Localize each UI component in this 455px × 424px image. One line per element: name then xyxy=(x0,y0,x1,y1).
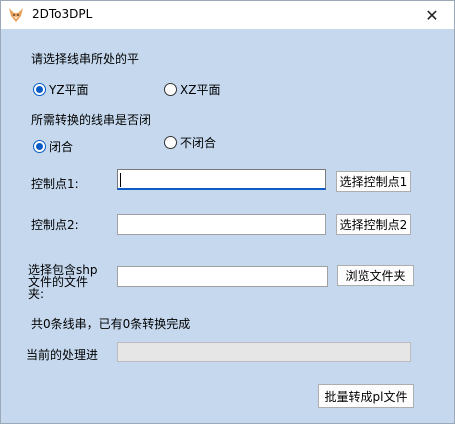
plane-prompt: 请选择线串所处的平 xyxy=(31,52,140,66)
close-button[interactable]: ✕ xyxy=(418,4,446,26)
progress-bar xyxy=(117,342,411,362)
radio-yz-plane[interactable]: YZ平面 xyxy=(33,81,89,98)
control-point-1-label: 控制点1: xyxy=(31,177,79,191)
progress-label: 当前的处理进 xyxy=(26,348,99,362)
radio-label: XZ平面 xyxy=(180,83,221,97)
closed-prompt: 所需转换的线串是否闭 xyxy=(31,113,152,127)
folder-path-input[interactable] xyxy=(117,266,328,287)
browse-folder-button[interactable]: 浏览文件夹 xyxy=(337,265,414,286)
radio-label: 闭合 xyxy=(49,140,74,154)
radio-indicator xyxy=(164,136,177,149)
control-point-1-input[interactable] xyxy=(117,169,326,190)
radio-xz-plane[interactable]: XZ平面 xyxy=(164,81,220,98)
control-point-2-input[interactable] xyxy=(117,214,326,235)
title-bar: 2DTo3DPL ✕ xyxy=(1,1,454,29)
text-caret xyxy=(120,173,121,187)
status-text: 共0条线串，已有0条转换完成 xyxy=(31,317,191,331)
radio-closed[interactable]: 闭合 xyxy=(33,138,73,155)
select-control-point-1-button[interactable]: 选择控制点1 xyxy=(336,171,411,192)
control-point-2-label: 控制点2: xyxy=(31,218,79,232)
batch-convert-button[interactable]: 批量转成pl文件 xyxy=(318,384,414,408)
select-control-point-2-button[interactable]: 选择控制点2 xyxy=(336,214,411,235)
radio-indicator xyxy=(33,83,46,96)
close-icon: ✕ xyxy=(425,5,439,25)
window-title: 2DTo3DPL xyxy=(32,7,93,21)
radio-indicator xyxy=(33,140,46,153)
radio-label: YZ平面 xyxy=(49,83,89,97)
radio-not-closed[interactable]: 不闭合 xyxy=(164,134,216,151)
main-window: 2DTo3DPL ✕ 请选择线串所处的平 YZ平面 XZ平面 所需转换的线串是否… xyxy=(0,0,455,424)
fox-app-icon xyxy=(9,8,23,22)
radio-indicator xyxy=(164,83,177,96)
folder-label: 选择包含shp文件的文件夹: xyxy=(28,263,98,301)
radio-label: 不闭合 xyxy=(180,136,217,150)
